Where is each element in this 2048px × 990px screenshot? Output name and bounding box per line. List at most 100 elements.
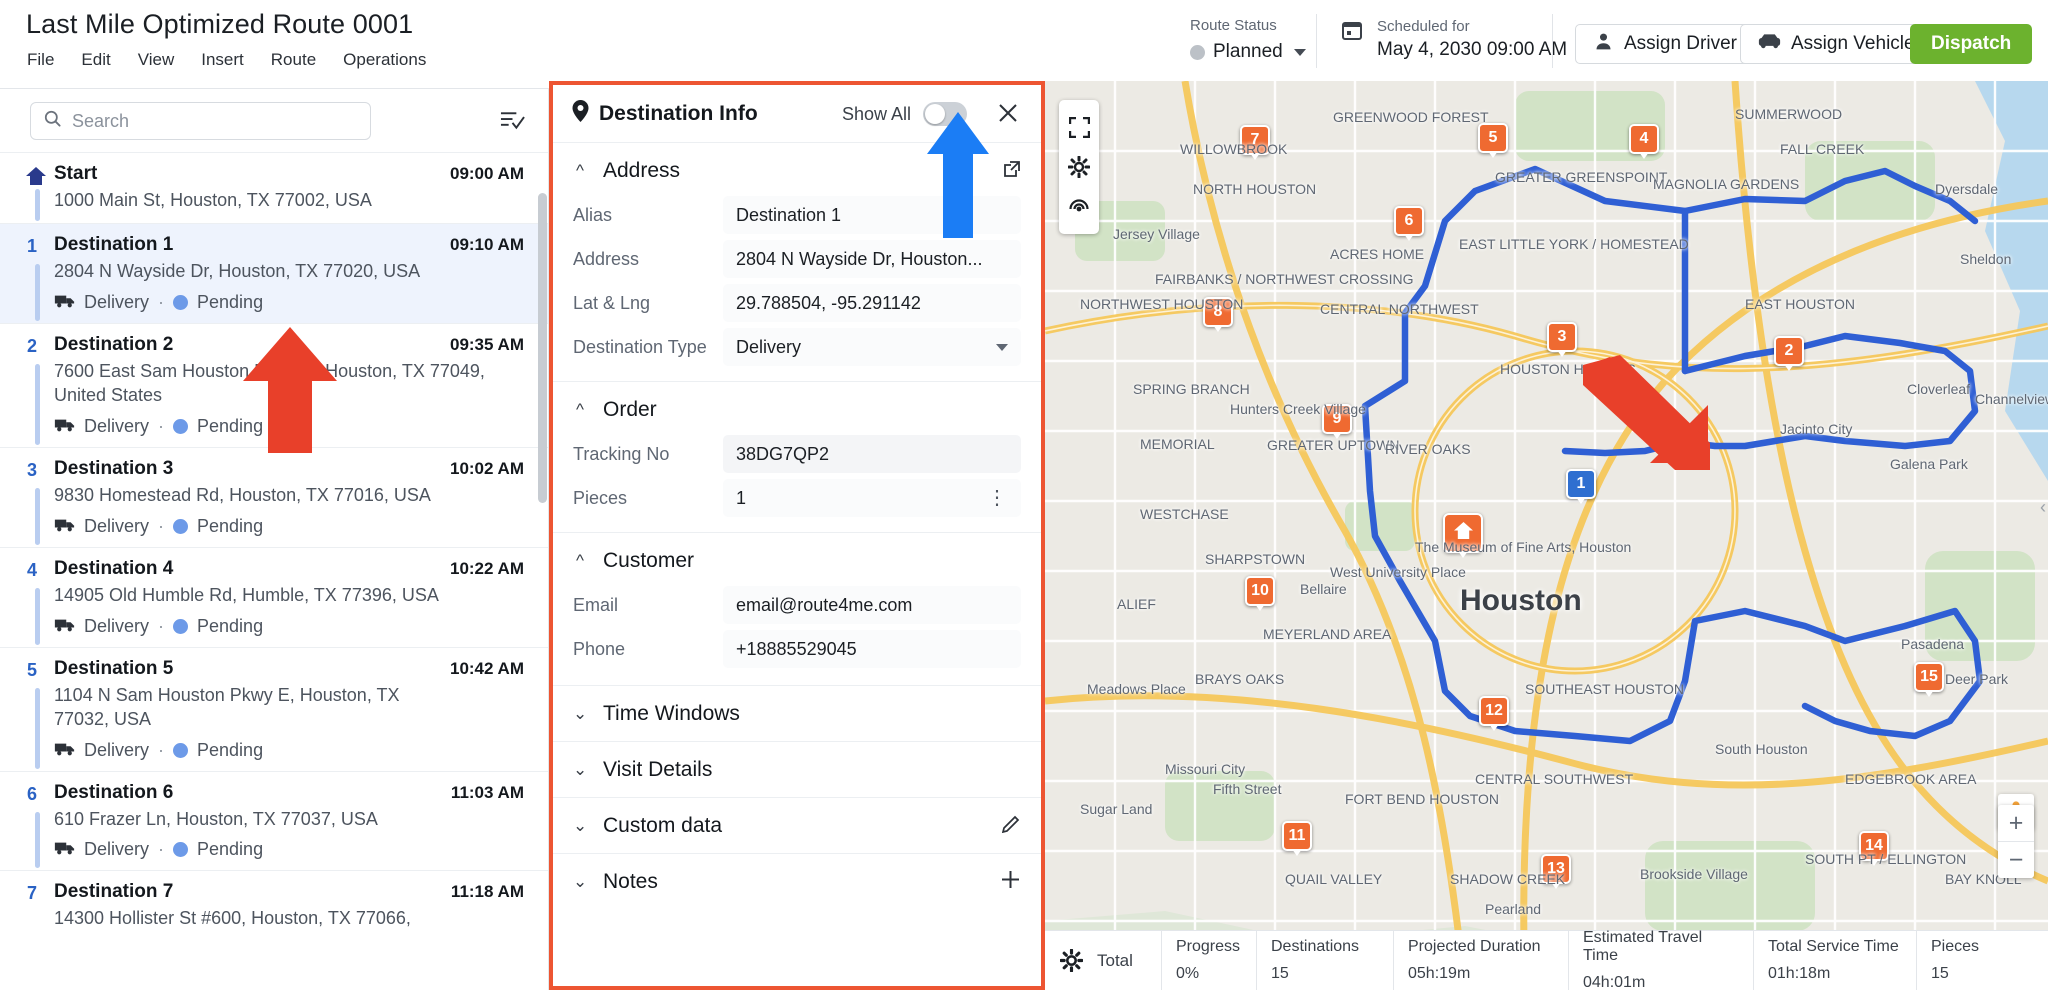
map-marker-6[interactable]: 6 — [1394, 206, 1424, 236]
section-header-notes[interactable]: ⌄ Notes — [553, 853, 1041, 909]
fullscreen-icon[interactable] — [1059, 107, 1099, 147]
section-header-address[interactable]: ^ Address — [553, 143, 1041, 193]
edit-pencil-icon[interactable] — [1002, 814, 1021, 838]
field-value[interactable]: Destination 1 — [723, 196, 1021, 234]
sidebar-scrollbar[interactable] — [537, 153, 548, 933]
field-value-select[interactable]: Delivery — [723, 328, 1021, 366]
field-tracking-no[interactable]: Tracking No 38DG7QP2 — [553, 432, 1041, 476]
stat-value: 05h:19m — [1408, 965, 1554, 983]
zoom-in-button[interactable]: + — [1998, 805, 2034, 841]
dispatch-button[interactable]: Dispatch — [1910, 24, 2032, 64]
map-marker-8[interactable]: 8 — [1203, 297, 1233, 327]
meta-separator: · — [158, 616, 164, 637]
assign-driver-button[interactable]: Assign Driver — [1575, 24, 1755, 64]
field-phone[interactable]: Phone +18885529045 — [553, 627, 1041, 671]
map-marker-5[interactable]: 5 — [1478, 123, 1508, 153]
list-item-destination-3[interactable]: 3 Destination 3 9830 Homestead Rd, Houst… — [0, 448, 548, 547]
map-marker-12[interactable]: 12 — [1479, 696, 1509, 726]
list-item-start[interactable]: Start 1000 Main St, Houston, TX 77002, U… — [0, 153, 548, 223]
list-item-destination-6[interactable]: 6 Destination 6 610 Frazer Ln, Houston, … — [0, 772, 548, 871]
field-label: Phone — [573, 639, 723, 660]
map-marker-11[interactable]: 11 — [1282, 821, 1312, 851]
map-marker-3[interactable]: 3 — [1547, 322, 1577, 352]
panel-title: Destination Info — [599, 102, 758, 126]
field-value[interactable]: 29.788504, -95.291142 — [723, 284, 1021, 322]
map-controls[interactable] — [1059, 100, 1099, 234]
field-value[interactable]: +18885529045 — [723, 630, 1021, 668]
marker-label: 4 — [1640, 130, 1649, 148]
field-pieces[interactable]: Pieces 1 ⋮ — [553, 476, 1041, 520]
more-options-icon[interactable]: ⋮ — [987, 488, 1007, 508]
menu-item-route[interactable]: Route — [271, 50, 316, 70]
stats-gear-icon[interactable] — [1045, 931, 1097, 990]
field-value-text: 1 — [736, 488, 746, 509]
gear-icon[interactable] — [1059, 147, 1099, 187]
field-value[interactable]: email@route4me.com — [723, 586, 1021, 624]
field-email[interactable]: Email email@route4me.com — [553, 583, 1041, 627]
section-title: Order — [603, 398, 657, 422]
route-status-dropdown[interactable]: Planned — [1190, 41, 1340, 63]
sort-filter-icon[interactable] — [500, 109, 525, 136]
assign-vehicle-button[interactable]: Assign Vehicle — [1740, 24, 1933, 64]
field-lat-lng[interactable]: Lat & Lng 29.788504, -95.291142 — [553, 281, 1041, 325]
destination-info-panel: Destination Info Show All ^ Address Alia… — [549, 81, 1045, 990]
status-dot-icon — [173, 619, 188, 634]
home-icon — [1453, 520, 1474, 546]
panel-collapse-chevron-icon[interactable]: ‹ — [2040, 497, 2046, 518]
map-marker-1[interactable]: 1 — [1566, 469, 1596, 499]
close-icon[interactable] — [997, 102, 1019, 129]
menu-item-insert[interactable]: Insert — [201, 50, 244, 70]
section-header-customer[interactable]: ^ Customer — [553, 533, 1041, 583]
menu-item-view[interactable]: View — [138, 50, 175, 70]
map-marker-2[interactable]: 2 — [1774, 336, 1804, 366]
route-rail — [35, 488, 40, 545]
external-link-icon[interactable] — [1003, 160, 1021, 183]
search-input[interactable]: Search — [30, 102, 371, 140]
field-value[interactable]: 38DG7QP2 — [723, 435, 1021, 473]
zoom-out-button[interactable]: − — [1998, 842, 2034, 878]
list-item-destination-2[interactable]: 2 Destination 2 7600 East Sam Houston Pk… — [0, 324, 548, 447]
map-marker-15[interactable]: 15 — [1914, 662, 1944, 692]
add-plus-icon[interactable] — [1000, 869, 1021, 895]
map-marker-7[interactable]: 7 — [1240, 125, 1270, 155]
map-zoom-controls[interactable]: + − — [1998, 805, 2034, 878]
list-item-destination-1[interactable]: 1 Destination 1 2804 N Wayside Dr, Houst… — [0, 224, 548, 323]
list-item-destination-4[interactable]: 4 Destination 4 14905 Old Humble Rd, Hum… — [0, 548, 548, 647]
show-all-toggle[interactable] — [923, 102, 967, 126]
section-header-custom-data[interactable]: ⌄ Custom data — [553, 797, 1041, 853]
field-value[interactable]: 2804 N Wayside Dr, Houston... — [723, 240, 1021, 278]
stop-status: Pending — [197, 740, 263, 761]
stat-value: 15 — [1931, 965, 1990, 983]
menu-item-file[interactable]: File — [27, 50, 54, 70]
field-alias[interactable]: Alias Destination 1 — [553, 193, 1041, 237]
section-header-visit-details[interactable]: ⌄ Visit Details — [553, 741, 1041, 797]
show-all-control[interactable]: Show All — [842, 102, 967, 126]
map-marker-9[interactable]: 9 — [1322, 404, 1352, 434]
top-bar: Last Mile Optimized Route 0001 File Edit… — [0, 0, 2048, 88]
assign-vehicle-label: Assign Vehicle — [1791, 33, 1915, 55]
stat-value: 15 — [1271, 965, 1379, 983]
map-marker-depot[interactable] — [1443, 513, 1483, 553]
menu-item-edit[interactable]: Edit — [81, 50, 110, 70]
list-item-destination-7[interactable]: 7 Destination 7 14300 Hollister St #600,… — [0, 871, 548, 941]
field-value-kebab[interactable]: 1 ⋮ — [723, 479, 1021, 517]
calendar-icon — [1340, 18, 1364, 47]
map-marker-4[interactable]: 4 — [1629, 124, 1659, 154]
scrollbar-thumb[interactable] — [538, 193, 547, 503]
route-status-block: Route Status Planned — [1190, 17, 1340, 63]
field-address[interactable]: Address 2804 N Wayside Dr, Houston... — [553, 237, 1041, 281]
section-header-time-windows[interactable]: ⌄ Time Windows — [553, 685, 1041, 741]
route-planner-app: Last Mile Optimized Route 0001 File Edit… — [0, 0, 2048, 990]
map-marker-10[interactable]: 10 — [1245, 576, 1275, 606]
section-header-order[interactable]: ^ Order — [553, 382, 1041, 432]
route-map[interactable]: 7 5 4 6 8 3 2 9 1 10 15 12 11 13 14 Hous… — [1045, 81, 2048, 990]
menu-item-operations[interactable]: Operations — [343, 50, 426, 70]
stat-total-service-time: Total Service Time 01h:18m — [1753, 931, 1916, 990]
map-marker-14[interactable]: 14 — [1859, 831, 1889, 861]
broadcast-icon[interactable] — [1059, 187, 1099, 227]
scheduled-block[interactable]: Scheduled for May 4, 2030 09:00 AM — [1340, 18, 1567, 61]
delivery-truck-icon — [54, 839, 75, 860]
map-marker-13[interactable]: 13 — [1541, 854, 1571, 884]
list-item-destination-5[interactable]: 5 Destination 5 1104 N Sam Houston Pkwy … — [0, 648, 548, 771]
field-destination-type[interactable]: Destination Type Delivery — [553, 325, 1041, 369]
